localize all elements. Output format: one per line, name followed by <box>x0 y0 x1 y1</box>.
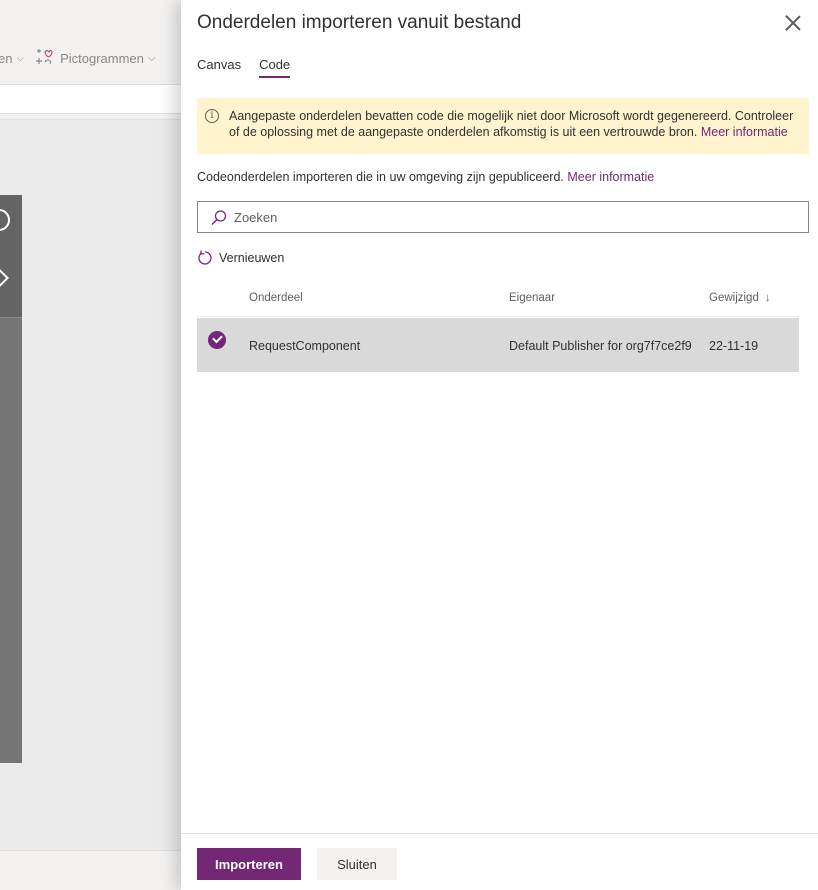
chevron-down-icon: ⌵ <box>147 52 156 64</box>
refresh-icon <box>198 250 212 265</box>
panel-footer: Importeren Sluiten <box>181 833 818 890</box>
formula-bar <box>0 84 181 114</box>
chevron-right-icon <box>0 268 9 288</box>
search-input[interactable] <box>234 202 794 232</box>
sort-descending-icon: ↓ <box>764 292 771 304</box>
components-table: Onderdeel Eigenaar Gewijzigd ↓ RequestCom… <box>197 282 799 372</box>
checkmark-icon[interactable] <box>208 331 226 349</box>
warning-more-info-link[interactable]: Meer informatie <box>701 125 788 139</box>
info-icon: i <box>205 109 219 123</box>
description-text: Codeonderdelen importeren die in uw omge… <box>197 170 564 184</box>
background-screen-preview <box>0 195 22 763</box>
refresh-label: Vernieuwen <box>219 251 285 265</box>
search-box <box>197 201 809 233</box>
tab-list: Canvas Code <box>197 57 291 78</box>
close-icon[interactable] <box>784 14 802 32</box>
table-header: Onderdeel Eigenaar Gewijzigd ↓ <box>197 282 799 317</box>
search-icon <box>210 209 228 227</box>
close-button[interactable]: Sluiten <box>317 848 397 880</box>
row-modified: 22-11-19 <box>709 339 759 353</box>
panel-title: Onderdelen importeren vanuit bestand <box>197 12 522 33</box>
background-statusbar <box>0 850 181 890</box>
chevron-down-icon: ⌵ <box>16 52 25 64</box>
screen-header <box>0 195 22 318</box>
description: Codeonderdelen importeren die in uw omge… <box>197 170 654 184</box>
import-button[interactable]: Importeren <box>197 848 301 880</box>
table-row[interactable]: RequestComponent Default Publisher for o… <box>197 318 799 372</box>
icons-menu-label: Pictogrammen <box>60 50 144 66</box>
icons-icon <box>34 49 54 67</box>
background-ribbon: en ⌵ Pictogrammen ⌵ <box>0 40 181 76</box>
ribbon-partial-label: en <box>0 50 13 66</box>
description-more-info-link[interactable]: Meer informatie <box>567 170 654 184</box>
background-app: en ⌵ Pictogrammen ⌵ <box>0 0 181 890</box>
column-header-owner[interactable]: Eigenaar <box>509 292 555 304</box>
background-canvas <box>0 120 181 850</box>
import-components-panel: Onderdelen importeren vanuit bestand Can… <box>181 0 818 890</box>
row-name: RequestComponent <box>249 339 361 353</box>
column-header-name[interactable]: Onderdeel <box>249 292 303 304</box>
column-header-modified-label: Gewijzigd <box>709 292 759 304</box>
refresh-button[interactable]: Vernieuwen <box>197 250 284 266</box>
warning-banner: i Aangepaste onderdelen bevatten code di… <box>197 98 809 154</box>
tab-code[interactable]: Code <box>259 57 291 78</box>
background-toolbar: en ⌵ Pictogrammen ⌵ <box>0 0 181 120</box>
circle-icon <box>0 209 10 231</box>
row-owner: Default Publisher for org7f7ce2f9 <box>509 339 692 353</box>
tab-canvas[interactable]: Canvas <box>197 57 241 78</box>
column-header-modified[interactable]: Gewijzigd ↓ <box>709 292 771 304</box>
